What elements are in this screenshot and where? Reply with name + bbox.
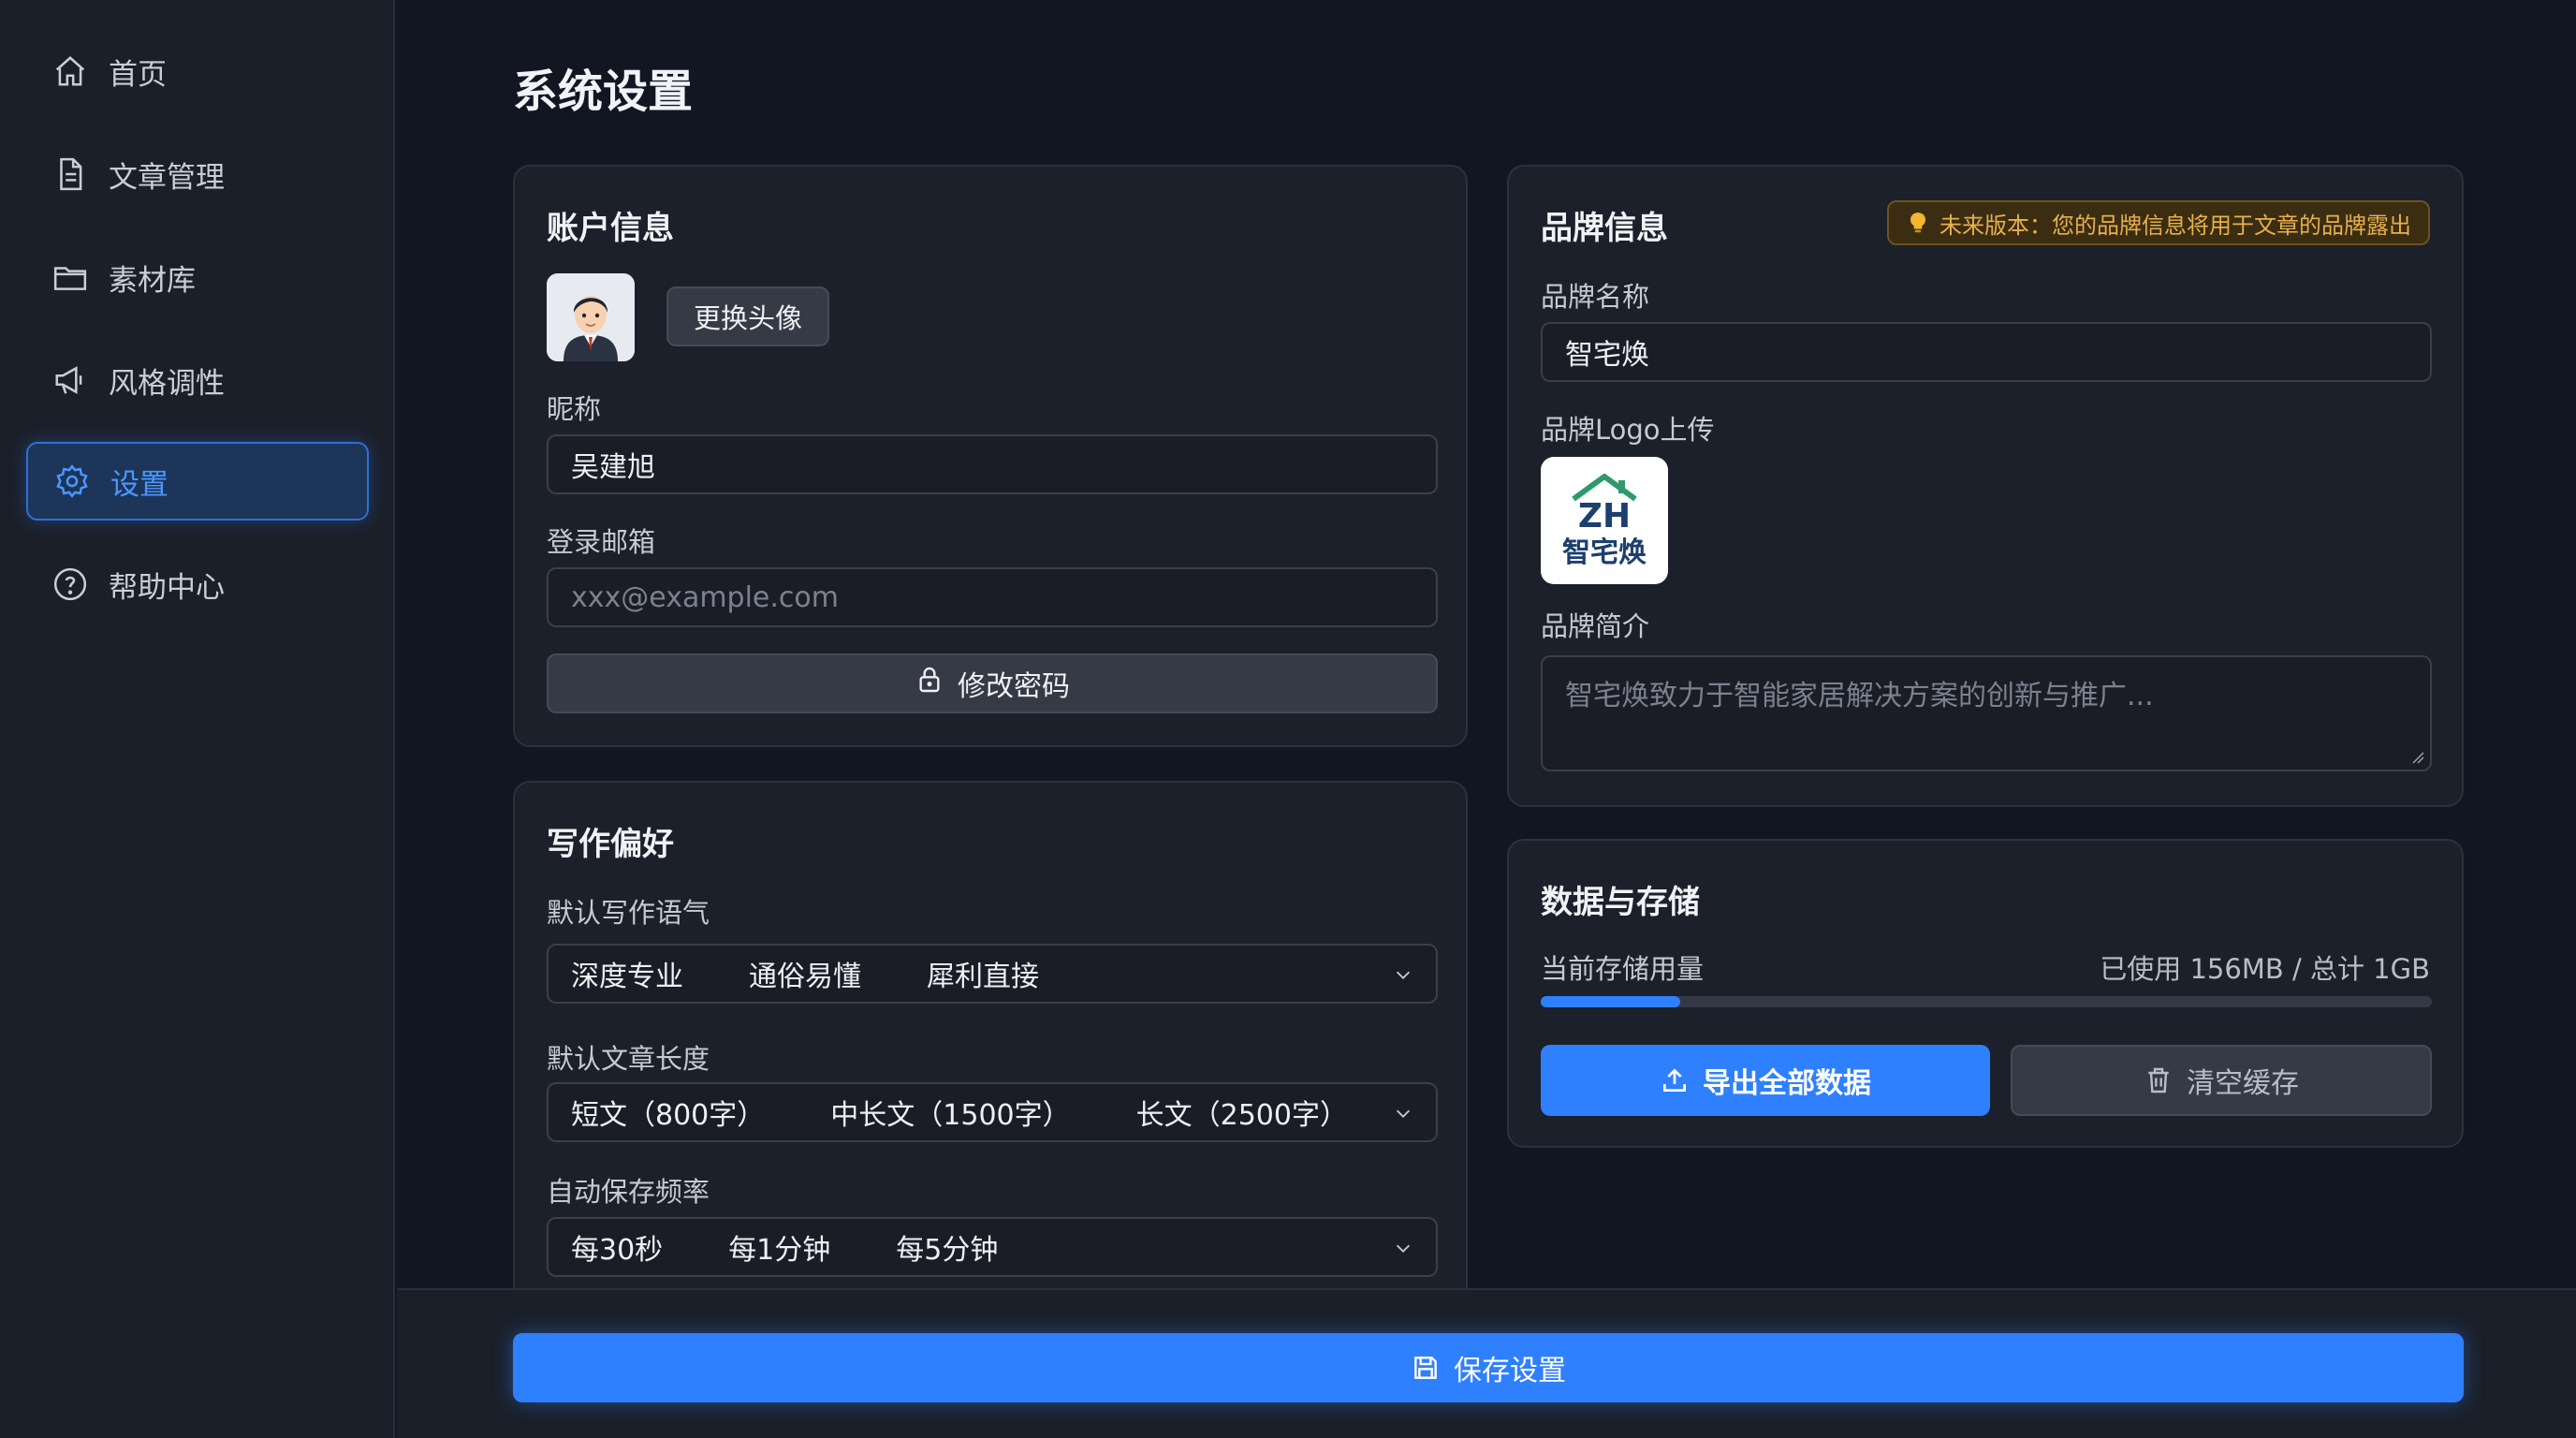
sidebar-item-label: 素材库 [109,263,196,298]
autosave-option[interactable]: 每5分钟 [896,1226,998,1268]
autosave-option[interactable]: 每30秒 [571,1226,663,1268]
main-content: 系统设置 账户信息 更换头像 昵称 吴建旭 登录邮箱 xxx@example.c… [397,0,2576,1438]
brand-intro-placeholder: 智宅焕致力于智能家居解决方案的创新与推广... [1565,680,2154,712]
chevron-down-icon [1396,1244,1411,1253]
chevron-down-icon [1396,1109,1411,1118]
save-icon [1411,1353,1454,1383]
tone-option[interactable]: 犀利直接 [927,953,1039,994]
lock-icon [915,665,958,702]
document-icon [51,154,90,194]
logo-text: 智宅焕 [1562,536,1647,569]
sidebar-item-label: 帮助中心 [109,570,225,605]
page-title: 系统设置 [513,66,694,118]
account-card: 账户信息 更换头像 昵称 吴建旭 登录邮箱 xxx@example.com 修改… [513,165,1468,747]
export-data-label: 导出全部数据 [1703,1067,1871,1100]
save-settings-button[interactable]: 保存设置 [513,1333,2464,1402]
badge-text: 未来版本：您的品牌信息将用于文章的品牌露出 [1939,212,2411,239]
brand-intro-textarea[interactable]: 智宅焕致力于智能家居解决方案的创新与推广... [1541,655,2432,771]
brand-logo[interactable]: ZH 智宅焕 [1541,457,1668,584]
sidebar-item-settings[interactable]: 设置 [26,442,369,521]
length-option[interactable]: 中长文（1500字） [830,1092,1070,1133]
change-password-button[interactable]: 修改密码 [547,653,1438,713]
nickname-field[interactable]: 吴建旭 [547,434,1438,494]
sidebar-item-label: 首页 [109,57,167,92]
brand-intro-label: 品牌简介 [1541,610,1650,642]
footer-bar: 保存设置 [397,1288,2576,1438]
brand-card: 品牌信息 未来版本：您的品牌信息将用于文章的品牌露出 品牌名称 智宅焕 品牌Lo… [1507,165,2464,807]
chevron-down-icon [1396,971,1411,979]
upload-icon [1660,1065,1703,1095]
brand-name-value: 智宅焕 [1565,339,1649,372]
autosave-select[interactable]: 每30秒 每1分钟 每5分钟 [547,1217,1438,1277]
storage-progress [1541,996,2432,1007]
change-password-label: 修改密码 [958,670,1070,703]
autosave-option[interactable]: 每1分钟 [728,1226,830,1268]
storage-title: 数据与存储 [1541,884,1700,921]
gear-icon [52,462,92,501]
future-version-badge: 未来版本：您的品牌信息将用于文章的品牌露出 [1887,200,2430,245]
megaphone-icon [51,360,90,400]
tone-select[interactable]: 深度专业 通俗易懂 犀利直接 [547,944,1438,1004]
storage-usage-label: 当前存储用量 [1541,953,1705,985]
sidebar-item-help[interactable]: 帮助中心 [26,545,369,624]
logo-mark: ZH [1578,497,1631,533]
tone-option[interactable]: 通俗易懂 [749,953,861,994]
brand-name-field[interactable]: 智宅焕 [1541,322,2432,382]
writing-title: 写作偏好 [547,826,674,863]
clear-cache-button[interactable]: 清空缓存 [2011,1045,2432,1116]
sidebar-item-articles[interactable]: 文章管理 [26,135,369,213]
account-title: 账户信息 [547,210,674,247]
sidebar: 首页 文章管理 素材库 风格调性 设置 帮助中心 [0,0,395,1438]
help-icon [51,565,90,604]
sidebar-item-label: 风格调性 [109,366,225,401]
tone-label: 默认写作语气 [547,897,710,929]
clear-cache-label: 清空缓存 [2187,1067,2299,1100]
lightbulb-icon [1906,211,1930,235]
email-field[interactable]: xxx@example.com [547,567,1438,627]
email-label: 登录邮箱 [547,526,656,558]
change-avatar-button[interactable]: 更换头像 [666,286,829,346]
brand-title: 品牌信息 [1541,210,1668,247]
length-option[interactable]: 短文（800字） [571,1092,765,1133]
home-icon [51,51,90,91]
export-data-button[interactable]: 导出全部数据 [1541,1045,1990,1116]
sidebar-item-home[interactable]: 首页 [26,32,369,110]
resize-handle-icon[interactable] [2409,749,2424,764]
logo-upload-label: 品牌Logo上传 [1541,414,1715,446]
tone-option[interactable]: 深度专业 [571,953,683,994]
nickname-label: 昵称 [547,393,602,425]
brand-name-label: 品牌名称 [1541,281,1650,313]
save-settings-label: 保存设置 [1454,1355,1566,1387]
sidebar-item-library[interactable]: 素材库 [26,238,369,316]
avatar [547,273,635,361]
length-option[interactable]: 长文（2500字） [1136,1092,1348,1133]
sidebar-item-label: 设置 [110,467,168,502]
storage-progress-fill [1541,996,1680,1007]
sidebar-item-label: 文章管理 [109,160,225,195]
length-label: 默认文章长度 [547,1043,710,1075]
email-placeholder: xxx@example.com [571,580,839,614]
house-logo-icon: ZH [1572,474,1637,533]
autosave-label: 自动保存频率 [547,1176,710,1208]
length-select[interactable]: 短文（800字） 中长文（1500字） 长文（2500字） [547,1082,1438,1142]
sidebar-item-style[interactable]: 风格调性 [26,341,369,419]
trash-icon [2144,1065,2187,1095]
writing-card: 写作偏好 默认写作语气 深度专业 通俗易懂 犀利直接 默认文章长度 短文（800… [513,781,1468,1305]
nickname-value: 吴建旭 [571,451,655,484]
folder-icon [51,257,90,297]
storage-card: 数据与存储 当前存储用量 已使用 156MB / 总计 1GB 导出全部数据 清… [1507,839,2464,1148]
storage-usage-value: 已使用 156MB / 总计 1GB [2100,953,2430,985]
